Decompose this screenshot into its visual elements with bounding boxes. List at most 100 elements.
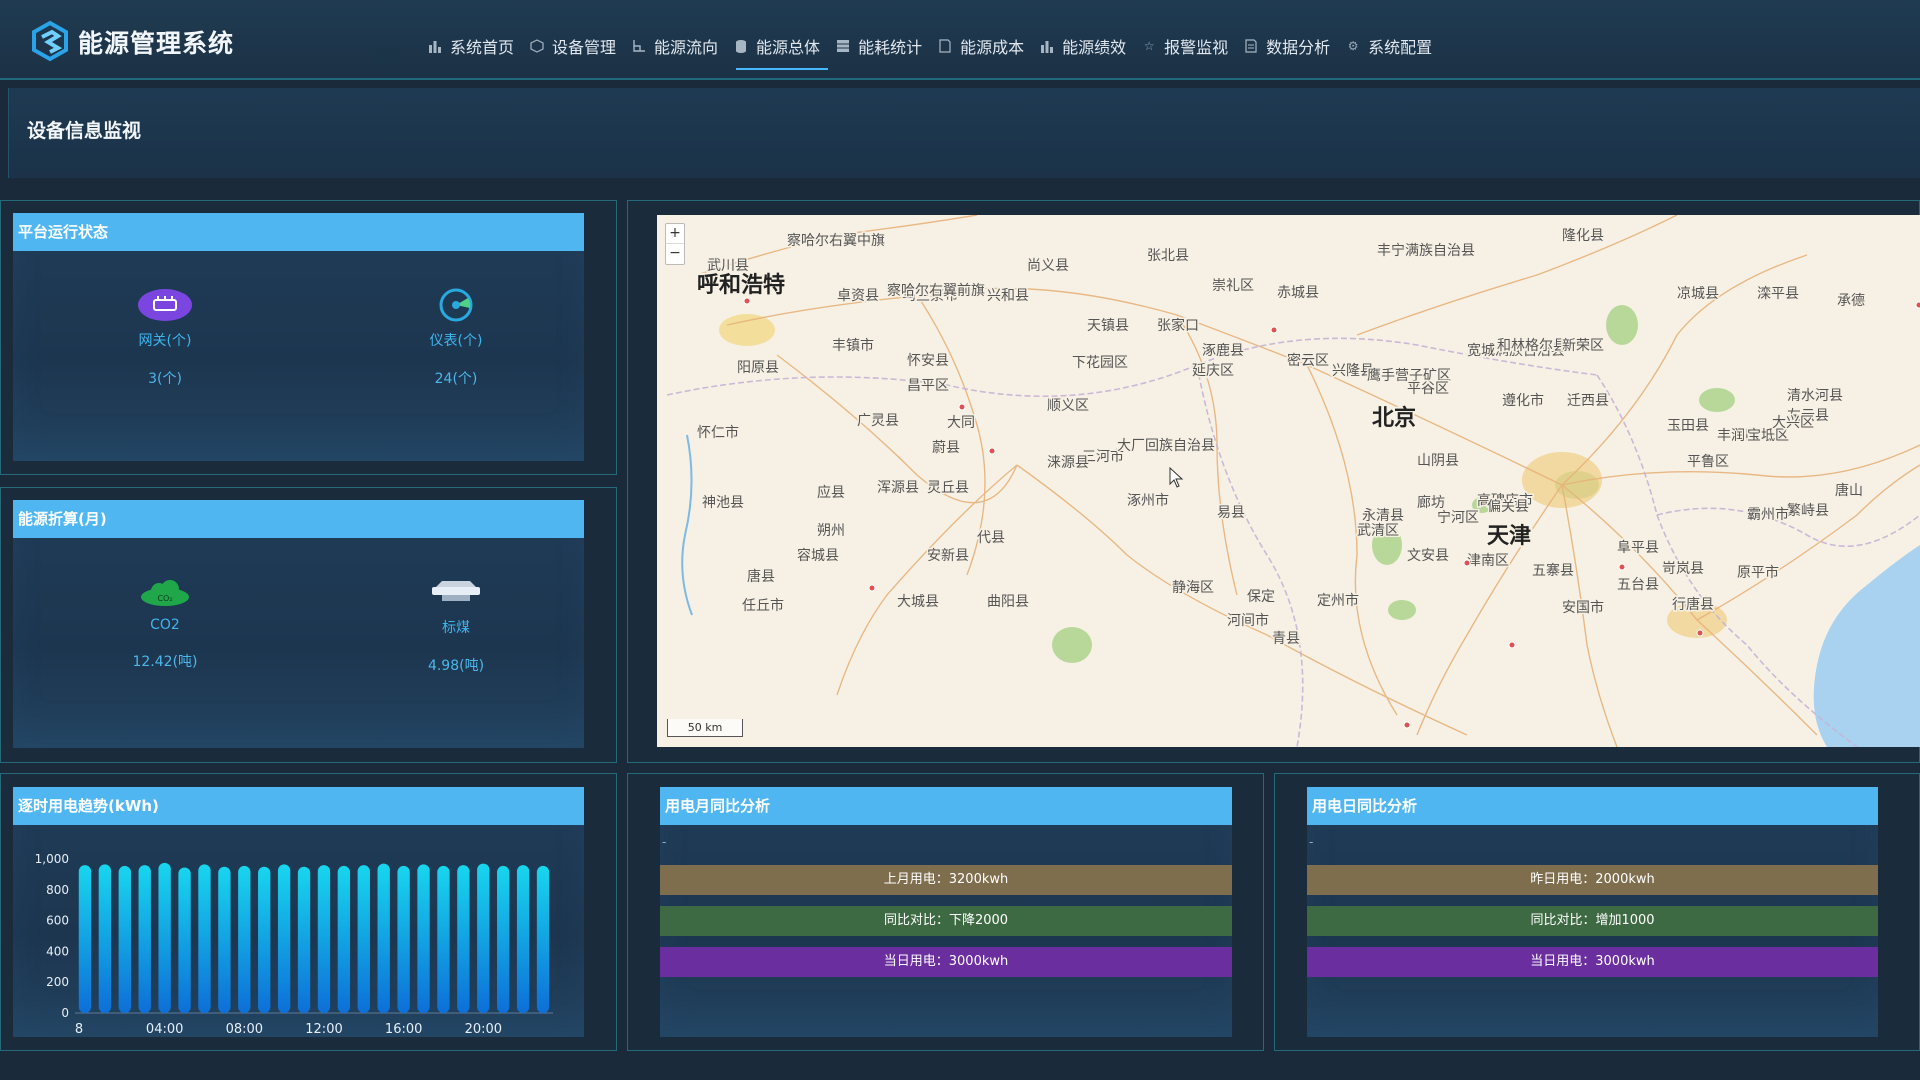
place-label: 容城县 (797, 547, 839, 564)
star-icon: ☆ (1143, 39, 1155, 53)
city-marker (988, 447, 996, 455)
today-usage: 当日用电：3000kwh (660, 947, 1232, 977)
zoom-out-button[interactable]: − (666, 244, 684, 264)
meter-stat[interactable]: 仪表(个) 24(个) (376, 288, 536, 388)
nav-item-config[interactable]: ⚙ 系统配置 (1338, 34, 1440, 58)
city-marker (1696, 629, 1704, 637)
section-header: 设备信息监视 (8, 88, 1920, 178)
place-label: 朔州 (817, 523, 845, 539)
trend-bar (417, 864, 430, 1013)
place-label: 应县 (817, 484, 845, 501)
trend-bar (297, 866, 311, 1013)
place-label: 遵化市 (1502, 392, 1544, 409)
park-area (1388, 600, 1416, 620)
city-marker (1270, 326, 1278, 334)
place-label: 文安县 (1407, 548, 1449, 564)
nav-item-alarm[interactable]: ☆ 报警监视 (1134, 34, 1236, 58)
place-label: 永清县 (1362, 508, 1404, 524)
page-title: 设备信息监视 (27, 120, 142, 142)
park-area (1699, 388, 1735, 412)
place-label: 唐县 (747, 568, 775, 585)
place-label: 承德 (1837, 293, 1865, 309)
x-tick-label: 04:00 (146, 1022, 183, 1037)
city-marker (868, 584, 876, 592)
coal-icon (432, 581, 480, 601)
place-label: 霸州市 (1747, 506, 1789, 523)
logo-icon (32, 20, 68, 62)
nav-item-device[interactable]: 设备管理 (522, 34, 624, 58)
nav-item-performance[interactable]: 能源绩效 (1032, 34, 1134, 58)
trend-bar (477, 863, 490, 1013)
city-marker (1403, 721, 1411, 729)
nav-item-home[interactable]: 系统首页 (420, 34, 522, 58)
nav-item-consumption[interactable]: 能耗统计 (828, 34, 930, 58)
place-label: 下花园区 (1072, 355, 1128, 371)
place-label: 大城县 (897, 594, 939, 610)
coal-stat[interactable]: 标煤 4.98(吨) (376, 575, 536, 675)
place-label: 偏关县 (1487, 499, 1529, 515)
day-compare-rows: 昨日用电：2000kwh 同比对比：增加1000 当日用电：3000kwh (1307, 865, 1878, 988)
co2-value: 12.42(吨) (132, 654, 198, 670)
x-tick-label: 16:00 (385, 1022, 422, 1037)
x-tick-label: 08:00 (226, 1022, 263, 1037)
sea-area (1813, 545, 1920, 747)
map-view[interactable]: 呼和浩特 乌兰察布 张家口 大同 北京 天津 廊坊 保定 朔州 承德 唐山 察哈尔右翼中旗 察哈尔右翼前… (657, 215, 1920, 747)
trend-bar (238, 865, 251, 1013)
last-month-usage: 上月用电：3200kwh (660, 865, 1232, 895)
cube-icon (530, 39, 544, 53)
x-tick-label: 12:00 (305, 1022, 342, 1037)
place-label: 阳原县 (737, 360, 779, 376)
hourly-trend-card: 逐时用电趋势(kWh) 0 200 400 600 800 1,000 8 04:00 08:0… (13, 787, 584, 1037)
nav-item-overall[interactable]: 能源总体 (726, 34, 829, 70)
zoom-in-button[interactable]: + (666, 224, 684, 244)
place-label: 怀仁市 (697, 424, 739, 441)
city-marker (1915, 301, 1920, 309)
placeholder-text: - (1309, 835, 1314, 849)
month-compare-card: 用电月同比分析 - 上月用电：3200kwh 同比对比：下降2000 当日用电：… (660, 787, 1232, 1037)
trend-bar (357, 865, 370, 1013)
river-line (681, 434, 693, 616)
trend-bar (118, 865, 131, 1013)
trend-bar (516, 865, 530, 1013)
gateway-stat[interactable]: 网关(个) 3(个) (85, 288, 245, 388)
place-label: 广灵县 (857, 413, 899, 429)
city-marker (743, 297, 751, 305)
y-tick-label: 800 (46, 883, 69, 897)
map-canvas[interactable]: 呼和浩特 乌兰察布张家口大同 北京天津廊坊保定朔州承德唐山察哈尔右翼中旗察哈尔右翼前… (657, 215, 1920, 747)
y-tick-label: 400 (46, 944, 69, 958)
place-label: 行唐县 (1672, 596, 1714, 613)
trend-bar (457, 865, 470, 1013)
place-label: 曲阳县 (987, 594, 1029, 610)
place-label: 繁峙县 (1787, 503, 1829, 519)
nav-item-flow[interactable]: 能源流向 (624, 34, 726, 58)
today-usage: 当日用电：3000kwh (1307, 947, 1878, 977)
y-tick-label: 200 (46, 975, 69, 989)
place-label: 迁西县 (1567, 393, 1609, 409)
nav-item-cost[interactable]: 能源成本 (930, 34, 1032, 58)
place-label: 保定 (1247, 589, 1275, 605)
app-logo[interactable]: 能源管理系统 (28, 20, 234, 64)
trend-bar (78, 865, 92, 1013)
place-label: 阜平县 (1617, 539, 1659, 556)
trend-bar (98, 864, 112, 1013)
trend-bar (258, 866, 271, 1013)
trend-bar (397, 865, 410, 1013)
gateway-label: 网关(个) (138, 333, 192, 349)
place-label: 崇礼区 (1212, 278, 1254, 294)
nav-item-analysis[interactable]: 数据分析 (1236, 34, 1338, 58)
place-label: 丰宁满族自治县 (1377, 242, 1475, 259)
card-title: 平台运行状态 (13, 213, 584, 251)
place-label: 隆化县 (1562, 228, 1604, 244)
place-label: 易县 (1217, 505, 1245, 521)
co2-stat[interactable]: CO₂ CO2 12.42(吨) (85, 575, 245, 671)
place-label: 涞源县 (1047, 455, 1089, 471)
yesterday-usage: 昨日用电：2000kwh (1307, 865, 1878, 895)
card-title: 能源折算(月) (13, 500, 584, 538)
trend-bar (337, 865, 351, 1013)
place-label: 津南区 (1467, 553, 1509, 569)
trend-bar (497, 865, 510, 1013)
place-label: 安国市 (1562, 599, 1604, 616)
park-area (1052, 627, 1092, 663)
place-label: 平谷区 (1407, 381, 1449, 397)
nav-item-label: 系统首页 (450, 38, 515, 57)
